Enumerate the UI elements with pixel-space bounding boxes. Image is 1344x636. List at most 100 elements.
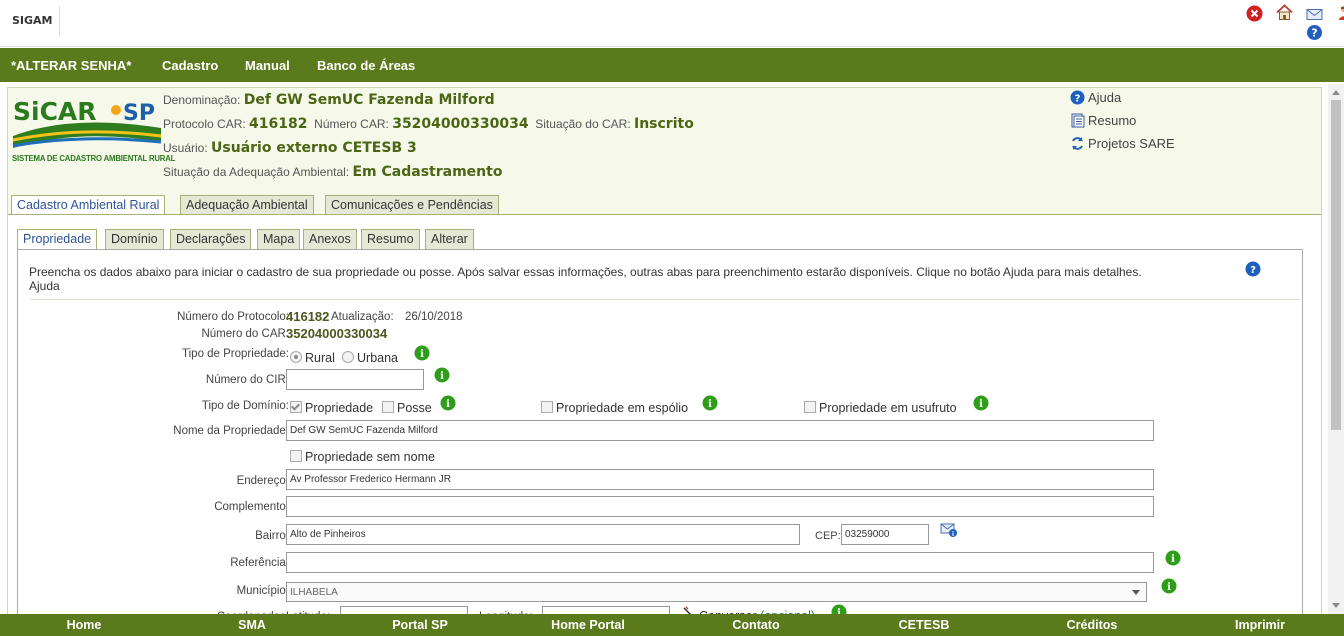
info-icon[interactable]: i [1161,578,1177,594]
cep-label: CEP: [815,530,841,542]
num-car-label: Número do CAR: [201,328,289,340]
refresh-icon [1070,136,1085,151]
nav-manual[interactable]: Manual [245,58,290,73]
num-protocolo-label: Número do Protocolo: [177,311,289,323]
radio-button[interactable] [342,351,354,363]
footer-imprimir[interactable]: Imprimir [1235,618,1285,632]
tab-comunicacoes-pendencias[interactable]: Comunicações e Pendências [325,195,499,216]
checkbox[interactable] [382,401,394,413]
scroll-up-icon[interactable] [1332,90,1340,95]
scroll-down-icon[interactable] [1332,603,1340,608]
header-usuario: Usuário: Usuário externo CETESB 3 [163,140,417,156]
svg-text:i: i [440,371,444,382]
top-icon-group: ? [1194,4,1344,44]
checkbox-propriedade[interactable]: Propriedade [290,401,373,415]
nav-cadastro[interactable]: Cadastro [162,58,218,73]
tab-adequacao-ambiental[interactable]: Adequação Ambiental [180,195,314,216]
sicar-logo: SiCAR SP SISTEMA DE CADASTRO AMBIENTAL R… [11,96,175,168]
form-area: Preencha os dados abaixo para iniciar o … [17,249,1303,627]
tab-dominio[interactable]: Domínio [105,229,164,250]
endereco-label: Endereço: [236,475,289,487]
tab-alterar[interactable]: Alterar [425,229,474,250]
adequacao-value: Em Cadastramento [352,164,503,180]
checkbox[interactable] [290,450,302,462]
help-icon[interactable]: ? [1306,24,1323,41]
svg-text:i: i [952,531,954,538]
close-icon[interactable] [1246,5,1263,22]
checkbox-espolio[interactable]: Propriedade em espólio [541,401,688,415]
nome-propriedade-label: Nome da Propriedade: [173,425,289,437]
footer-contato[interactable]: Contato [732,618,779,632]
radio-rural[interactable]: Rural [290,351,335,365]
brand-divider [59,6,60,36]
bairro-input[interactable]: Alto de Pinheiros [286,524,800,545]
svg-text:SiCAR: SiCAR [13,97,97,126]
cir-input[interactable] [286,369,424,390]
info-icon[interactable]: i [440,395,456,411]
num-protocolo-value: 416182 [286,309,330,324]
referencia-label: Referência: [230,557,289,569]
svg-text:?: ? [1075,94,1081,105]
checkbox-usufruto[interactable]: Propriedade em usufruto [804,401,957,415]
home-icon[interactable] [1276,4,1293,21]
nav-banco-de-areas[interactable]: Banco de Áreas [317,58,415,73]
scroll-thumb[interactable] [1331,100,1341,430]
help-icon[interactable]: ? [1245,261,1261,277]
footer-sma[interactable]: SMA [238,618,266,632]
tab-resumo[interactable]: Resumo [361,229,420,250]
svg-text:i: i [1167,582,1171,593]
user-icon[interactable] [1336,4,1344,21]
tab-mapa[interactable]: Mapa [257,229,301,250]
info-icon[interactable]: i [434,367,450,383]
num-car-value: 35204000330034 [286,326,388,341]
denominacao-value: Def GW SemUC Fazenda Milford [243,92,495,108]
svg-text:?: ? [1250,265,1256,276]
logo-subtitle: SISTEMA DE CADASTRO AMBIENTAL RURAL [12,154,176,163]
footer-home[interactable]: Home [67,618,102,632]
referencia-input[interactable] [286,552,1154,573]
checkbox-posse[interactable]: Posse [382,401,432,415]
checkbox[interactable] [290,401,302,413]
footer-cetesb[interactable]: CETESB [899,618,950,632]
header-denominacao: Denominação: Def GW SemUC Fazenda Milfor… [163,92,495,108]
svg-text:i: i [708,399,712,410]
municipio-select[interactable]: ILHABELA [286,582,1147,602]
protocolo-value: 416182 [249,116,308,132]
nav-alterar-senha[interactable]: *ALTERAR SENHA* [11,58,131,73]
header-adequacao: Situação da Adequação Ambiental: Em Cada… [163,164,503,180]
nome-propriedade-input[interactable]: Def GW SemUC Fazenda Milford [286,420,1154,441]
main-nav: *ALTERAR SENHA* Cadastro Manual Banco de… [0,48,1344,82]
radio-button[interactable] [290,351,302,363]
link-ajuda[interactable]: ? Ajuda [1070,90,1121,105]
cep-input[interactable]: 03259000 [841,524,929,545]
header-protocolo: Protocolo CAR: 416182 Número CAR: 352040… [163,116,694,132]
info-icon[interactable]: i [1165,550,1181,566]
tab-anexos[interactable]: Anexos [303,229,357,250]
checkbox[interactable] [541,401,553,413]
svg-text:i: i [1171,554,1175,565]
footer-portal-sp[interactable]: Portal SP [392,618,448,632]
footer-creditos[interactable]: Créditos [1067,618,1118,632]
divider [30,299,1300,300]
checkbox[interactable] [804,401,816,413]
svg-text:?: ? [1311,27,1317,40]
tab-propriedade[interactable]: Propriedade [17,229,98,251]
svg-text:i: i [979,399,983,410]
link-resumo[interactable]: Resumo [1070,113,1136,128]
info-icon[interactable]: i [414,345,430,361]
complemento-input[interactable] [286,496,1154,517]
situacao-car-value: Inscrito [634,116,694,132]
numero-car-value: 35204000330034 [392,116,529,132]
endereco-input[interactable]: Av Professor Frederico Hermann JR [286,469,1154,490]
mail-icon[interactable] [1306,6,1323,23]
checkbox-sem-nome[interactable]: Propriedade sem nome [290,450,435,464]
info-icon[interactable]: i [973,395,989,411]
radio-urbana[interactable]: Urbana [342,351,398,365]
link-projetos-sare[interactable]: Projetos SARE [1070,136,1175,151]
page-scrollbar[interactable] [1328,84,1344,614]
cir-label: Número do CIR: [205,374,289,386]
footer-home-portal[interactable]: Home Portal [551,618,625,632]
mail-search-icon[interactable]: i [940,522,958,538]
info-icon[interactable]: i [702,395,718,411]
tab-declaracoes[interactable]: Declarações [170,229,252,250]
